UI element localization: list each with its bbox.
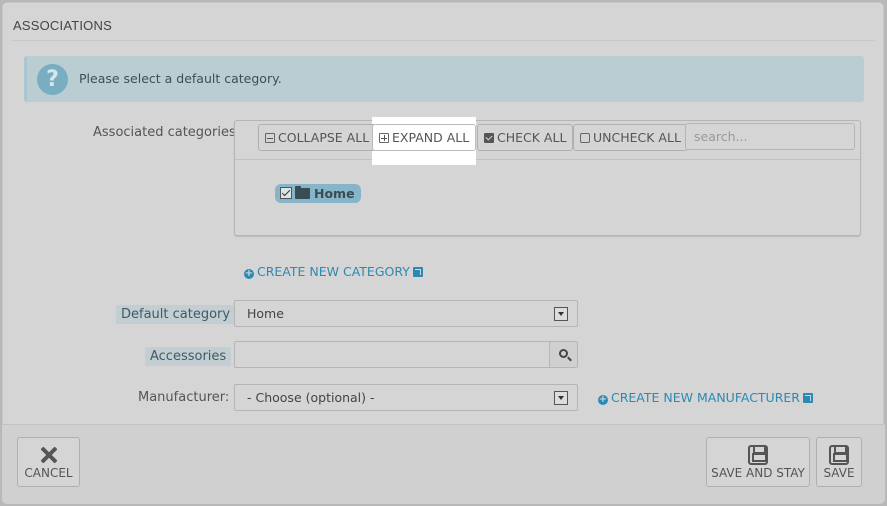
associated-categories-label: Associated categories (93, 125, 236, 140)
collapse-all-label: COLLAPSE ALL (278, 130, 370, 145)
uncheck-all-label: UNCHECK ALL (593, 130, 681, 145)
save-and-stay-button[interactable]: SAVE AND STAY (706, 437, 810, 487)
save-label: SAVE (823, 466, 855, 480)
manufacturer-value: - Choose (optional) - (247, 390, 375, 405)
expand-icon (379, 133, 389, 143)
plus-circle-icon: + (598, 394, 608, 405)
save-button[interactable]: SAVE (816, 437, 862, 487)
collapse-all-button[interactable]: COLLAPSE ALL (258, 124, 377, 151)
alert-text: Please select a default category. (79, 71, 282, 86)
checkbox-checked-icon (484, 133, 494, 143)
save-icon (829, 445, 849, 465)
heading-divider (11, 40, 875, 41)
plus-circle-icon: + (244, 268, 254, 279)
accessories-label: Accessories (145, 347, 232, 366)
default-category-label: Default category (116, 305, 236, 324)
question-icon: ? (37, 64, 68, 95)
check-all-label: CHECK ALL (497, 130, 567, 145)
tree-node-label: Home (314, 186, 355, 201)
tree-node-home[interactable]: Home (275, 184, 361, 203)
dropdown-arrow-icon[interactable] (554, 307, 568, 321)
create-new-manufacturer-link[interactable]: + CREATE NEW MANUFACTURER (598, 390, 813, 405)
uncheck-all-button[interactable]: UNCHECK ALL (573, 124, 688, 151)
folder-open-icon (295, 186, 310, 199)
save-icon (748, 445, 768, 465)
save-and-stay-label: SAVE AND STAY (711, 466, 805, 480)
accessories-input[interactable] (234, 341, 578, 368)
collapse-icon (265, 133, 275, 143)
create-new-category-link[interactable]: + CREATE NEW CATEGORY (244, 264, 423, 279)
info-alert: ? Please select a default category. (24, 56, 864, 102)
tree-toolbar-divider (235, 159, 860, 160)
expand-all-button[interactable]: EXPAND ALL (372, 124, 477, 151)
search-icon (559, 349, 568, 358)
manufacturer-select[interactable]: - Choose (optional) - (234, 384, 578, 411)
accessories-search-addon[interactable] (549, 342, 577, 367)
check-all-button[interactable]: CHECK ALL (477, 124, 574, 151)
tree-checkbox-icon[interactable] (280, 187, 292, 199)
create-category-label: CREATE NEW CATEGORY (257, 264, 410, 279)
default-category-value: Home (247, 306, 284, 321)
manufacturer-label: Manufacturer: (138, 390, 230, 405)
cancel-label: CANCEL (24, 466, 73, 480)
external-link-icon (412, 267, 423, 277)
external-link-icon (802, 393, 813, 403)
close-icon (40, 446, 58, 464)
checkbox-empty-icon (580, 133, 590, 143)
create-manufacturer-label: CREATE NEW MANUFACTURER (611, 390, 800, 405)
panel-heading: ASSOCIATIONS (13, 18, 112, 33)
default-category-select[interactable]: Home (234, 300, 578, 327)
dropdown-arrow-icon[interactable] (554, 391, 568, 405)
cancel-button[interactable]: CANCEL (17, 437, 80, 487)
category-search-input[interactable]: search... (685, 123, 855, 150)
expand-all-label: EXPAND ALL (392, 130, 470, 145)
